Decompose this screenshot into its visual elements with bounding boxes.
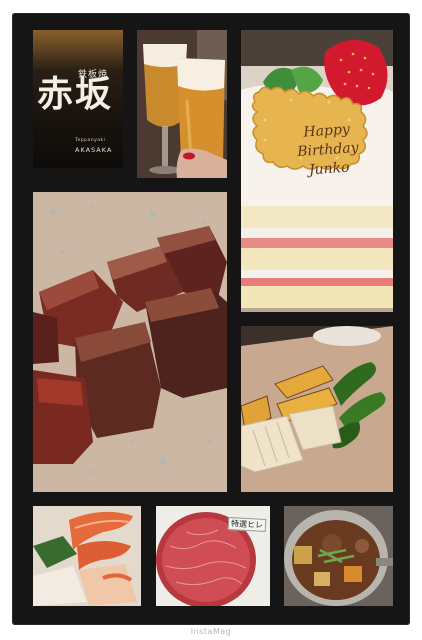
steak-illustration: [33, 192, 227, 492]
beer-glasses-illustration: [137, 30, 227, 178]
stew-illustration: [284, 506, 393, 606]
wagyu-steak-photo: [33, 192, 227, 492]
beef-stew-photo: [284, 506, 393, 606]
grilled-vegetables-photo: [241, 326, 393, 492]
sign-romaji: AKASAKA: [75, 146, 113, 154]
raw-fillet-photo: 特選ヒレ: [156, 506, 270, 606]
beer-toast-photo: [137, 30, 227, 178]
birthday-cake-photo: Happy Birthday Junko: [241, 30, 393, 312]
vegetables-illustration: [241, 326, 393, 492]
sign-light: [33, 30, 123, 70]
fillet-label-tag: 特選ヒレ: [227, 517, 267, 532]
sign-title-kanji: 赤坂: [37, 73, 114, 115]
restaurant-sign-photo: 鉄板焼 赤坂 Teppanyaki AKASAKA: [33, 30, 123, 168]
grilled-shrimp-photo: [33, 506, 141, 606]
collage-frame: 鉄板焼 赤坂 Teppanyaki AKASAKA Happy Birthday…: [0, 0, 422, 640]
instamag-watermark: InstaMag: [190, 627, 232, 636]
sign-teppanyaki-text: Teppanyaki: [75, 138, 106, 143]
shrimp-illustration: [33, 506, 141, 606]
cake-message: Happy Birthday Junko: [296, 121, 360, 179]
